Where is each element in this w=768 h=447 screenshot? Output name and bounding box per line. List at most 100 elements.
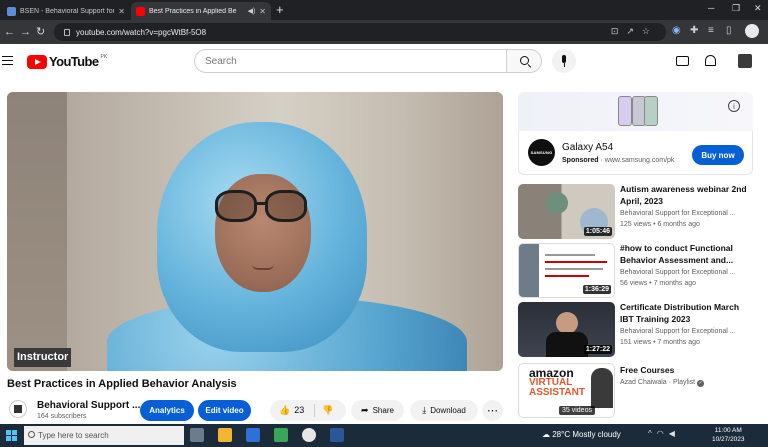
extension-icon[interactable]: ◉ xyxy=(672,25,681,36)
phone-image xyxy=(644,96,658,126)
speaker-icon[interactable]: ◀) xyxy=(248,7,256,15)
edit-video-button[interactable]: Edit video xyxy=(198,400,251,421)
share-button[interactable]: ➦ Share xyxy=(351,400,404,421)
download-button[interactable]: ⤓ Download xyxy=(410,400,478,421)
analytics-button[interactable]: Analytics xyxy=(140,400,194,421)
omnibox-icons: ⊡↗☆ xyxy=(611,26,658,37)
reload-icon[interactable]: ↻ xyxy=(36,25,45,39)
recommended-thumbnail[interactable]: 1:05:46 xyxy=(518,184,615,239)
video-duration: 1:36:29 xyxy=(582,285,611,294)
volume-icon[interactable]: ◀ xyxy=(669,429,680,438)
thumbnail-person-body xyxy=(546,332,588,357)
ad-title[interactable]: Galaxy A54 xyxy=(562,142,613,153)
dislike-button[interactable]: 👎 xyxy=(322,405,337,416)
share-icon: ➦ xyxy=(361,405,369,415)
logo-text: YouTube xyxy=(49,54,99,69)
windows-taskbar: Type here to search ☁ 28°C Mostly cloudy… xyxy=(0,424,768,447)
close-icon[interactable]: ✕ xyxy=(118,7,125,16)
like-button[interactable]: 👍 23 xyxy=(279,405,304,416)
recommended-channel[interactable]: Azad Chaiwala · Playlist ✓ xyxy=(620,379,705,387)
playlist-thumbnail[interactable]: amazon VIRTUAL ASSISTANT 35 videos xyxy=(518,363,615,418)
app-icon[interactable] xyxy=(274,428,288,442)
search-input[interactable]: Search xyxy=(194,49,507,73)
voice-search-icon[interactable] xyxy=(552,49,576,73)
playlist-label: Playlist xyxy=(672,379,696,386)
share-page-icon[interactable]: ↗ xyxy=(626,26,642,36)
file-explorer-icon[interactable] xyxy=(218,428,232,442)
account-avatar[interactable] xyxy=(738,54,752,68)
restore-icon[interactable]: ❐ xyxy=(732,3,740,14)
thumbnail-text-line xyxy=(545,261,607,263)
wifi-icon[interactable]: ◠ xyxy=(657,429,669,438)
like-divider xyxy=(314,404,315,417)
forward-arrow-icon[interactable]: → xyxy=(20,25,31,39)
taskbar-clock[interactable]: 11:00 AM 10/27/2023 xyxy=(712,427,745,444)
ad-info-icon[interactable]: i xyxy=(728,100,740,112)
video-player[interactable]: Instructor xyxy=(7,92,503,371)
browser-tab-youtube[interactable]: Best Practices in Applied Be ◀) ✕ xyxy=(131,2,271,20)
thumbnail-text-line xyxy=(545,268,603,270)
channel-avatar[interactable] xyxy=(9,400,27,418)
ad-sponsor-line: Sponsored · www.samsung.com/pk xyxy=(562,157,675,164)
side-panel-icon[interactable]: ▯ xyxy=(726,25,732,36)
store-icon[interactable] xyxy=(246,428,260,442)
download-label: Download xyxy=(430,406,466,415)
minimize-icon[interactable]: ─ xyxy=(708,3,714,13)
weather-widget[interactable]: ☁ 28°C Mostly cloudy xyxy=(542,430,621,439)
back-arrow-icon[interactable]: ← xyxy=(4,25,15,39)
glasses-bridge xyxy=(255,202,267,205)
browser-toolbar: ← → ↻ youtube.com/watch?v=pgcWtBf-5O8 ⊡↗… xyxy=(0,20,768,44)
close-icon[interactable]: ✕ xyxy=(259,7,266,16)
address-bar[interactable]: youtube.com/watch?v=pgcWtBf-5O8 ⊡↗☆ xyxy=(54,23,666,41)
bookmark-star-icon[interactable]: ☆ xyxy=(642,26,658,36)
playlist-video-count: 35 videos xyxy=(559,406,595,415)
recommended-channel[interactable]: Behavioral Support for Exceptional ... xyxy=(620,269,736,276)
recommended-thumbnail[interactable]: 1:27:22 xyxy=(518,302,615,357)
menu-icon[interactable] xyxy=(2,56,13,65)
install-icon[interactable]: ⊡ xyxy=(611,26,627,36)
subscriber-count: 164 subscribers xyxy=(37,413,87,420)
recommended-meta: 125 views • 6 months ago xyxy=(620,221,700,228)
share-label: Share xyxy=(372,406,394,415)
tab-search-icon[interactable]: ≡ xyxy=(708,25,714,36)
windows-start-icon[interactable] xyxy=(6,430,17,441)
word-icon[interactable] xyxy=(330,428,344,442)
task-view-icon[interactable] xyxy=(190,428,204,442)
recommended-title[interactable]: Autism awareness webinar 2nd April, 2023 xyxy=(620,184,748,207)
recommended-title[interactable]: #how to conduct Functional Behavior Asse… xyxy=(620,243,748,266)
youtube-logo[interactable]: YouTube PK xyxy=(27,54,107,69)
puzzle-extensions-icon[interactable]: ✚ xyxy=(690,25,698,36)
search-icon xyxy=(28,431,35,438)
clock-date: 10/27/2023 xyxy=(712,435,745,443)
download-icon: ⤓ xyxy=(422,405,427,415)
new-tab-button[interactable]: + xyxy=(276,2,284,18)
recommended-title[interactable]: Free Courses xyxy=(620,365,748,377)
buy-now-button[interactable]: Buy now xyxy=(692,145,744,165)
bsen-favicon-icon xyxy=(7,6,16,16)
create-video-icon[interactable] xyxy=(676,56,689,66)
taskbar-search-input[interactable]: Type here to search xyxy=(24,426,184,445)
browser-tab-bsen[interactable]: BSEN - Behavioral Support for E ✕ xyxy=(2,2,130,20)
recommended-channel[interactable]: Behavioral Support for Exceptional ... xyxy=(620,210,736,217)
system-tray[interactable]: ^◠◀ xyxy=(648,429,680,438)
profile-avatar[interactable] xyxy=(745,24,759,38)
search-button[interactable] xyxy=(506,49,542,73)
tray-chevron-icon[interactable]: ^ xyxy=(648,429,657,438)
chrome-icon[interactable] xyxy=(302,428,316,442)
thumbnail-person xyxy=(591,368,613,408)
thumbs-down-icon: 👎 xyxy=(322,405,334,415)
like-dislike-group: 👍 23 👎 xyxy=(270,400,346,421)
thumbnail-va-art: VIRTUAL ASSISTANT xyxy=(529,377,585,398)
ad-banner-image[interactable] xyxy=(518,92,753,131)
video-mouth xyxy=(252,264,274,270)
recommended-thumbnail[interactable]: 1:36:29 xyxy=(518,243,615,298)
channel-name[interactable]: Behavioral Support ... xyxy=(37,400,140,411)
thumbnail-person xyxy=(556,312,578,334)
thumbnail-person xyxy=(546,192,568,214)
more-actions-icon[interactable]: ⋯ xyxy=(482,400,503,421)
weather-text: Mostly cloudy xyxy=(572,430,621,439)
close-window-icon[interactable]: ✕ xyxy=(754,3,762,14)
recommended-title[interactable]: Certificate Distribution March IBT Train… xyxy=(620,302,748,325)
notifications-bell-icon[interactable] xyxy=(705,55,716,66)
recommended-channel[interactable]: Behavioral Support for Exceptional ... xyxy=(620,328,736,335)
